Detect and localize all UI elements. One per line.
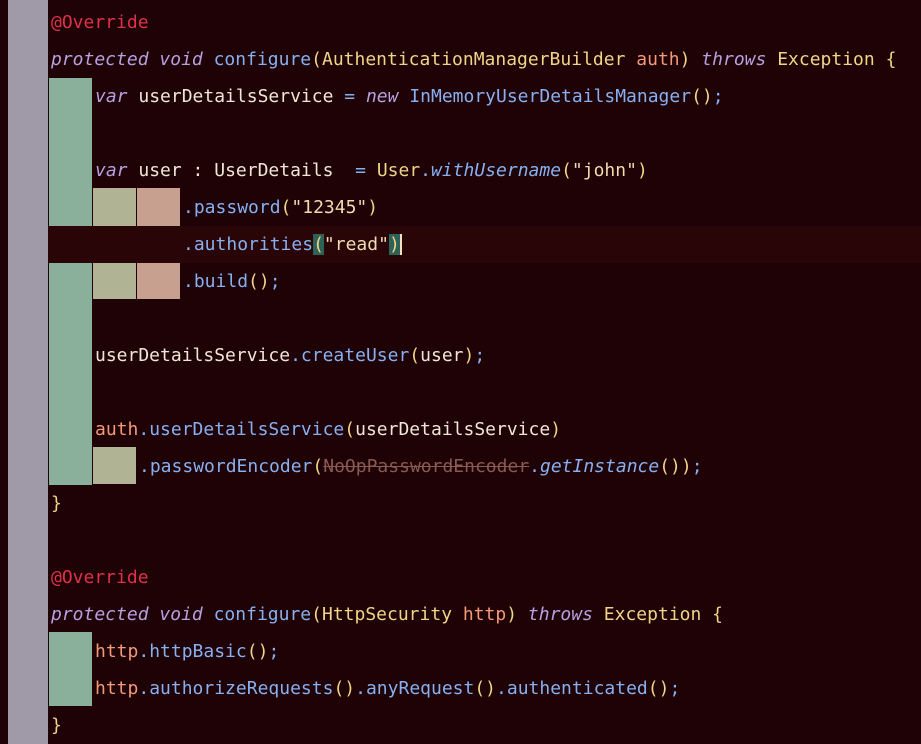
- class-name: InMemoryUserDetailsManager: [409, 86, 692, 107]
- method-call: createUser: [300, 345, 410, 366]
- code-line[interactable]: auth.userDetailsService(userDetailsServi…: [95, 411, 561, 448]
- code-line[interactable]: }: [51, 485, 62, 522]
- parameter-ref: http: [95, 641, 139, 662]
- method-call: userDetailsService: [149, 419, 345, 440]
- method-call: httpBasic: [149, 641, 247, 662]
- keyword-void: void: [159, 604, 203, 625]
- code-line[interactable]: var user : UserDetails = User.withUserna…: [95, 152, 648, 189]
- class-name: User: [376, 160, 421, 181]
- indent-guide-method1: [49, 78, 92, 485]
- annotation: @Override: [51, 12, 149, 33]
- code-line[interactable]: protected void configure(HttpSecurity ht…: [51, 596, 723, 633]
- variable: userDetailsService: [95, 345, 291, 366]
- code-line[interactable]: http.authorizeRequests().anyRequest().au…: [95, 670, 680, 707]
- keyword-protected: protected: [51, 49, 149, 70]
- string-literal: "john": [571, 160, 637, 181]
- method-call: anyRequest: [365, 678, 475, 699]
- code-line[interactable]: var userDetailsService = new InMemoryUse…: [95, 78, 724, 115]
- keyword-protected: protected: [51, 604, 149, 625]
- method-call: authorizeRequests: [149, 678, 334, 699]
- code-line[interactable]: .passwordEncoder(NoOpPasswordEncoder.get…: [139, 448, 703, 485]
- keyword-var: var: [95, 86, 128, 107]
- code-line[interactable]: protected void configure(AuthenticationM…: [51, 41, 896, 78]
- annotation: @Override: [51, 567, 149, 588]
- code-line[interactable]: .password("12345"): [183, 189, 378, 226]
- string-literal: "read": [323, 234, 389, 255]
- param-type: HttpSecurity: [321, 604, 453, 625]
- code-line[interactable]: .build();: [183, 263, 281, 300]
- argument: userDetailsService: [355, 419, 551, 440]
- code-editor[interactable]: @Override protected void configure(Authe…: [0, 0, 921, 744]
- type-hint: UserDetails: [214, 160, 334, 181]
- method-name: configure: [213, 604, 312, 625]
- exception-type: Exception: [603, 604, 702, 625]
- parameter-ref: http: [95, 678, 139, 699]
- string-literal: "12345": [291, 197, 368, 218]
- method-call: passwordEncoder: [149, 456, 313, 477]
- parameter-ref: auth: [95, 419, 139, 440]
- keyword-void: void: [159, 49, 203, 70]
- indent-guide-encoder-chain: [93, 447, 136, 484]
- param-name: auth: [636, 49, 680, 70]
- code-line-current[interactable]: .authorities("read"): [183, 226, 402, 263]
- static-method: getInstance: [540, 456, 660, 477]
- param-type: AuthenticationManagerBuilder: [321, 49, 626, 70]
- current-line-highlight: [48, 226, 921, 263]
- deprecated-class: NoOpPasswordEncoder: [323, 456, 530, 477]
- text-cursor: ): [388, 234, 402, 255]
- keyword-var: var: [95, 160, 128, 181]
- variable: userDetailsService: [138, 86, 334, 107]
- keyword-throws: throws: [701, 49, 767, 70]
- variable: user: [138, 160, 182, 181]
- code-line[interactable]: @Override: [51, 559, 149, 596]
- keyword-throws: throws: [527, 604, 593, 625]
- keyword-new: new: [365, 86, 399, 107]
- method-call: password: [193, 197, 281, 218]
- method-call: authenticated: [506, 678, 648, 699]
- method-call: build: [193, 271, 249, 292]
- editor-gutter[interactable]: [8, 0, 48, 744]
- indent-guide-method2: [49, 632, 92, 706]
- method-call: authorities: [193, 234, 314, 255]
- code-line[interactable]: userDetailsService.createUser(user);: [95, 337, 485, 374]
- code-line[interactable]: }: [51, 707, 62, 744]
- exception-type: Exception: [777, 49, 875, 70]
- code-line[interactable]: @Override: [51, 4, 149, 41]
- matched-bracket: (: [313, 234, 324, 255]
- code-line[interactable]: http.httpBasic();: [95, 633, 279, 670]
- method-name: configure: [213, 49, 312, 70]
- param-name: http: [462, 604, 507, 625]
- argument: user: [420, 345, 464, 366]
- static-method: withUsername: [431, 160, 562, 181]
